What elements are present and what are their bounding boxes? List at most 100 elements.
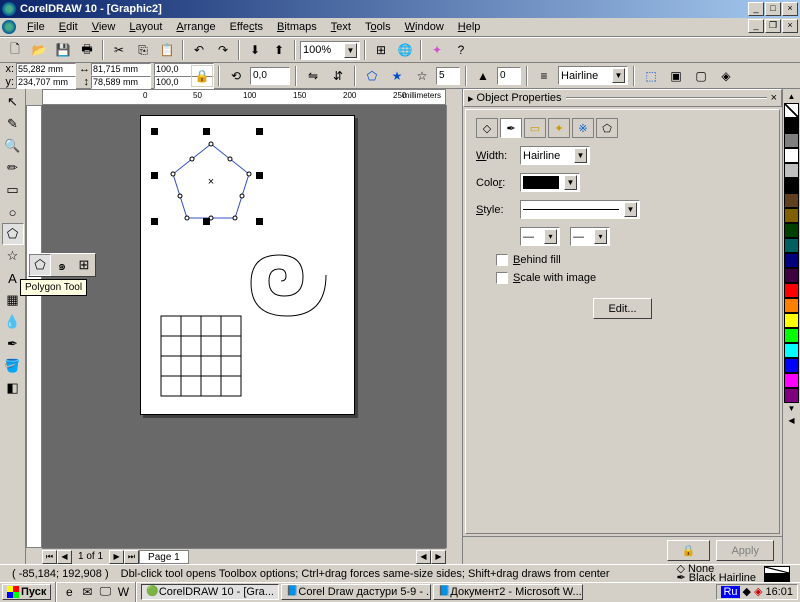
ruler-vertical[interactable] [26,105,42,548]
swatch-cyan[interactable] [784,343,799,358]
menu-text[interactable]: Text [324,19,358,35]
freehand-tool[interactable]: ✏ [2,157,24,179]
menu-edit[interactable]: Edit [52,19,85,35]
mdi-minimize[interactable]: _ [748,19,764,33]
x-input[interactable] [16,63,76,76]
swatch-red[interactable] [784,283,799,298]
mirror-h-button[interactable]: ⇋ [302,65,324,87]
system-tray[interactable]: Ru ◆ ◈ 16:01 [716,584,798,600]
menu-effects[interactable]: Effects [223,19,270,35]
swatch-navy[interactable] [784,253,799,268]
pick-tool[interactable]: ↖ [2,91,24,113]
first-page-button[interactable]: ⏮ [42,550,57,564]
copy-button[interactable]: ⎘ [132,39,154,61]
swatch-magenta[interactable] [784,373,799,388]
shapes-tool[interactable]: ☆ [2,245,24,267]
w-input[interactable] [91,63,151,76]
import-button[interactable]: ⬇ [244,39,266,61]
task-doc2[interactable]: 📘 Документ2 - Microsoft W... [433,584,583,600]
to-back-button[interactable]: ▢ [690,65,712,87]
wand-button[interactable]: ✦ [426,39,448,61]
tab-outline[interactable]: ✒ [500,118,522,138]
palette-up-button[interactable]: ▲ [788,91,796,103]
arrow-start-combo[interactable]: —▾ [520,227,560,246]
swatch-ltgray[interactable] [784,163,799,178]
menu-view[interactable]: View [85,19,123,35]
mirror-v-button[interactable]: ⇵ [327,65,349,87]
open-button[interactable]: 📂 [28,39,50,61]
swatch-black[interactable] [784,118,799,133]
lock-button[interactable]: 🔒 [667,540,711,561]
sharpness-input[interactable] [497,67,521,85]
quick-outlook-icon[interactable]: ✉ [79,584,95,600]
menu-bitmaps[interactable]: Bitmaps [270,19,324,35]
style-combo[interactable]: ▼ [520,200,640,219]
mdi-restore[interactable]: ❐ [765,19,781,33]
swatch-brown[interactable] [784,193,799,208]
print-button[interactable]: 🖶 [76,39,98,61]
status-fill-swatch[interactable] [764,566,790,574]
last-page-button[interactable]: ⏭ [124,550,139,564]
swatch-none[interactable] [784,103,799,118]
outline-tool[interactable]: ✒ [2,333,24,355]
status-outline-swatch[interactable] [764,574,790,582]
swatch-green[interactable] [784,328,799,343]
lang-indicator[interactable]: Ru [721,586,739,598]
menu-layout[interactable]: Layout [122,19,169,35]
redo-button[interactable]: ↷ [212,39,234,61]
page-tab[interactable]: Page 1 [139,550,189,564]
cut-button[interactable]: ✂ [108,39,130,61]
swatch-white[interactable] [784,148,799,163]
palette-expand-button[interactable]: ◀ [788,415,794,427]
to-front-button[interactable]: ▣ [665,65,687,87]
flyout-graph[interactable]: ⊞ [73,254,95,276]
shape-tool[interactable]: ✎ [2,113,24,135]
edit-button[interactable]: Edit... [593,298,651,319]
prev-page-button[interactable]: ◀ [57,550,72,564]
menu-arrange[interactable]: Arrange [169,19,222,35]
swatch-blue[interactable] [784,358,799,373]
canvas-viewport[interactable]: × [42,105,446,548]
tab-rect[interactable]: ▭ [524,118,546,138]
maximize-button[interactable]: □ [765,2,781,16]
start-button[interactable]: Пуск [2,584,51,600]
export-button[interactable]: ⬆ [268,39,290,61]
palette-down-button[interactable]: ▼ [788,403,796,415]
tab-poly[interactable]: ⬠ [596,118,618,138]
fill-tool[interactable]: 🪣 [2,355,24,377]
scroll-left-button[interactable]: ◀ [416,550,431,564]
mdi-close[interactable]: × [782,19,798,33]
outline-width-combo[interactable]: Hairline▼ [558,66,628,85]
web-button[interactable]: 🌐 [394,39,416,61]
flyout-polygon[interactable]: ⬠ [29,254,51,276]
swatch-yellow[interactable] [784,313,799,328]
swatch-olive[interactable] [784,208,799,223]
quick-ie-icon[interactable]: e [61,584,77,600]
quick-desktop-icon[interactable]: 🖵 [97,584,113,600]
width-combo[interactable]: Hairline▼ [520,146,590,165]
rotation-input[interactable] [250,67,290,85]
star-mode-button[interactable]: ★ [386,65,408,87]
flyout-spiral[interactable]: ๑ [51,254,73,276]
interactive-fill-tool[interactable]: ◧ [2,377,24,399]
quick-word-icon[interactable]: W [115,584,131,600]
tab-web[interactable]: ※ [572,118,594,138]
lock-ratio-button[interactable]: 🔒 [191,65,213,87]
tray-icon-2[interactable]: ◈ [754,585,762,598]
swatch-dkgreen[interactable] [784,223,799,238]
tab-curve[interactable]: ✦ [548,118,570,138]
tab-fill[interactable]: ◇ [476,118,498,138]
ellipse-tool[interactable]: ○ [2,201,24,223]
scroll-right-button[interactable]: ▶ [431,550,446,564]
y-input[interactable] [16,76,76,89]
points-input[interactable] [436,67,460,85]
menu-file[interactable]: File [20,19,52,35]
next-page-button[interactable]: ▶ [109,550,124,564]
rectangle-tool[interactable]: ▭ [2,179,24,201]
minimize-button[interactable]: _ [748,2,764,16]
zoom-tool[interactable]: 🔍 [2,135,24,157]
undo-button[interactable]: ↶ [188,39,210,61]
convert-button[interactable]: ◈ [715,65,737,87]
tray-icon-1[interactable]: ◆ [743,585,751,598]
swatch-teal[interactable] [784,238,799,253]
